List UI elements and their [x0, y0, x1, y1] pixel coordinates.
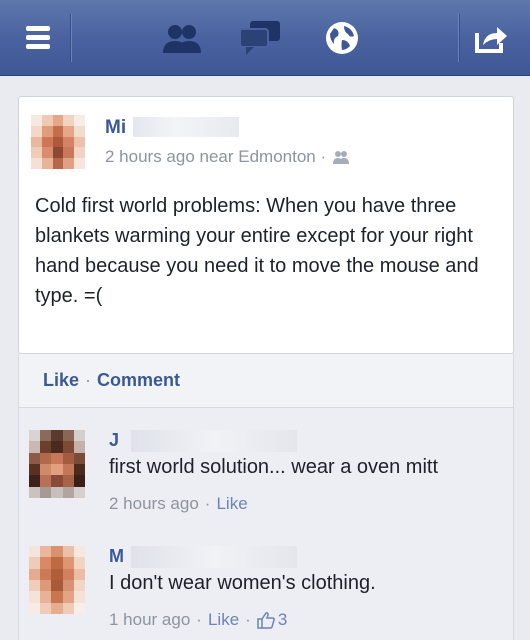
separator: ·: [85, 370, 92, 390]
comment-text: I don't wear women's clothing.: [109, 572, 376, 594]
comment-time: 2 hours ago: [109, 494, 199, 513]
comment-like-button[interactable]: Like: [208, 610, 239, 630]
commenter-name-blurred: [131, 546, 297, 568]
comments-section: J first world solution... wear a oven mi…: [18, 408, 514, 640]
notifications-button[interactable]: [310, 14, 374, 62]
commenter-name[interactable]: J: [109, 430, 119, 451]
top-navigation-bar: [0, 0, 530, 76]
friend-requests-button[interactable]: [150, 14, 214, 62]
comment-time: 1 hour ago: [109, 610, 191, 629]
comment-like-count[interactable]: 3: [257, 610, 287, 630]
friends-privacy-icon: [333, 151, 350, 164]
like-button[interactable]: Like: [43, 370, 79, 391]
share-icon: [475, 27, 507, 53]
commenter-avatar[interactable]: [29, 546, 85, 614]
author-name[interactable]: Mi: [105, 117, 126, 139]
menu-button[interactable]: [6, 14, 71, 62]
comment-meta: 2 hours ago · Like: [109, 494, 248, 514]
comment-text: first world solution... wear a oven mitt: [109, 456, 439, 478]
status-post: Mi 2 hours ago near Edmonton · Cold firs…: [18, 96, 514, 354]
share-button[interactable]: [459, 14, 524, 62]
comment-like-button[interactable]: Like: [216, 494, 247, 514]
post-meta: 2 hours ago near Edmonton ·: [105, 147, 350, 167]
commenter-avatar[interactable]: [29, 430, 85, 498]
comment-meta: 1 hour ago · Like · 3: [109, 610, 287, 630]
thumbs-up-icon: [257, 612, 275, 629]
separator: ·: [196, 610, 202, 629]
friends-icon: [163, 25, 201, 53]
commenter-name-blurred: [131, 430, 297, 452]
separator: ·: [245, 610, 251, 629]
post-actions: Like · Comment: [18, 354, 514, 408]
like-count-value: 3: [277, 610, 288, 629]
menu-icon: [26, 26, 50, 49]
post-time[interactable]: 2 hours ago near Edmonton ·: [105, 147, 326, 167]
author-avatar[interactable]: [31, 115, 85, 169]
commenter-name[interactable]: M: [109, 546, 124, 567]
globe-icon: [326, 22, 358, 54]
messages-icon: [239, 21, 280, 55]
post-text: Cold first world problems: When you have…: [35, 195, 479, 307]
author-name-blurred: [133, 117, 239, 137]
separator: ·: [204, 494, 211, 513]
comment-button[interactable]: Comment: [97, 370, 180, 391]
messages-button[interactable]: [228, 14, 292, 62]
